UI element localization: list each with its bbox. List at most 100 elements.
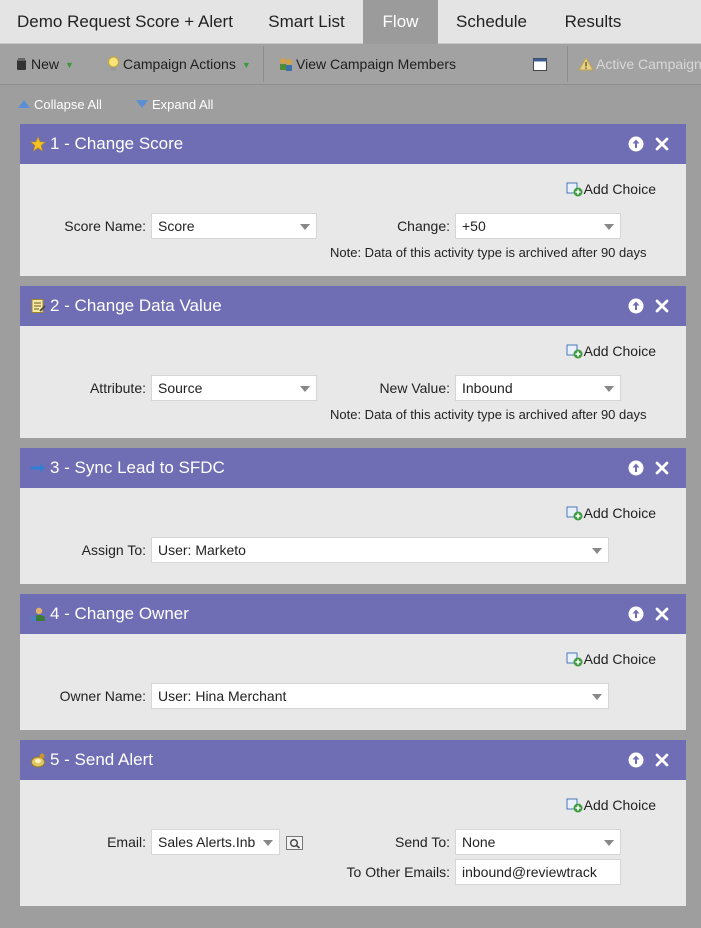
step-header: 3 - Sync Lead to SFDC: [20, 448, 686, 488]
tab-bar: Demo Request Score + Alert Smart List Fl…: [0, 0, 701, 44]
step-header: 2 - Change Data Value: [20, 286, 686, 326]
other-emails-input[interactable]: inbound@reviewtrack: [455, 859, 621, 885]
close-icon[interactable]: [654, 298, 670, 314]
add-choice-button[interactable]: Add Choice: [566, 504, 656, 522]
step-title: 5 - Send Alert: [50, 750, 154, 769]
step-title: 4 - Change Owner: [50, 604, 189, 623]
tab-flow[interactable]: Flow: [363, 0, 438, 44]
view-campaign-members-button[interactable]: View Campaign Members: [278, 44, 456, 84]
expand-all-link[interactable]: Expand All: [136, 96, 213, 114]
add-choice-icon: [566, 652, 583, 667]
attribute-select[interactable]: Source: [151, 375, 317, 401]
change-value: +50: [462, 218, 486, 234]
view-campaign-members-label: View Campaign Members: [296, 56, 457, 72]
toolbar-divider: [263, 46, 264, 82]
add-choice-label: Add Choice: [583, 797, 656, 813]
flow-step-change-owner: 4 - Change Owner Add Choice Owner Name: …: [20, 594, 686, 730]
send-to-select[interactable]: None: [455, 829, 621, 855]
change-select[interactable]: +50: [455, 213, 621, 239]
collapse-triangle-icon: [18, 100, 30, 108]
close-icon[interactable]: [654, 606, 670, 622]
move-up-icon[interactable]: [628, 460, 644, 476]
alert-bell-icon: [31, 753, 45, 768]
close-icon[interactable]: [654, 752, 670, 768]
flow-step-change-score: 1 - Change Score Add Choice Score Name: …: [20, 124, 686, 276]
tab-smart-list[interactable]: Smart List: [250, 0, 363, 44]
move-up-icon[interactable]: [628, 606, 644, 622]
move-up-icon[interactable]: [628, 752, 644, 768]
score-name-select[interactable]: Score: [151, 213, 317, 239]
assign-to-select[interactable]: User: Marketo: [151, 537, 609, 563]
tab-campaign-name[interactable]: Demo Request Score + Alert: [0, 0, 250, 44]
chevron-down-icon: [300, 386, 310, 392]
new-menu-button[interactable]: New ▼: [16, 44, 74, 84]
collapse-all-link[interactable]: Collapse All: [18, 96, 102, 114]
owner-name-select[interactable]: User: Hina Merchant: [151, 683, 609, 709]
change-label: Change:: [397, 218, 450, 234]
close-icon[interactable]: [654, 460, 670, 476]
campaign-actions-button[interactable]: Campaign Actions ▼: [107, 44, 251, 84]
chevron-down-icon: ▼: [65, 60, 74, 70]
add-choice-button[interactable]: Add Choice: [566, 650, 656, 668]
new-value-label: New Value:: [379, 380, 450, 396]
warning-icon: [578, 57, 594, 71]
add-choice-button[interactable]: Add Choice: [566, 180, 656, 198]
score-name-label: Score Name:: [64, 218, 146, 234]
add-choice-button[interactable]: Add Choice: [566, 342, 656, 360]
active-campaign-status: Active Campaign: [578, 44, 701, 84]
step-header: 1 - Change Score: [20, 124, 686, 164]
lightbulb-icon: [108, 56, 119, 71]
add-choice-label: Add Choice: [583, 343, 656, 359]
step-header: 5 - Send Alert: [20, 740, 686, 780]
move-up-icon[interactable]: [628, 298, 644, 314]
expand-triangle-icon: [136, 100, 148, 108]
add-choice-icon: [566, 182, 583, 197]
archive-note: Note: Data of this activity type is arch…: [330, 407, 647, 422]
window-toggle-button[interactable]: [533, 44, 547, 84]
step-title: 1 - Change Score: [50, 134, 184, 153]
score-name-value: Score: [158, 218, 195, 234]
move-up-icon[interactable]: [628, 136, 644, 152]
expand-all-label: Expand All: [152, 97, 214, 112]
members-icon: [280, 58, 292, 71]
new-label: New: [31, 56, 60, 72]
chevron-down-icon: [300, 224, 310, 230]
campaign-actions-label: Campaign Actions: [123, 56, 236, 72]
add-choice-label: Add Choice: [583, 505, 656, 521]
add-choice-icon: [566, 798, 583, 813]
star-icon: [30, 136, 46, 152]
send-to-label: Send To:: [394, 834, 450, 850]
flow-step-change-data-value: 2 - Change Data Value Add Choice Attribu…: [20, 286, 686, 438]
other-emails-value: inbound@reviewtrack: [462, 864, 597, 880]
send-to-value: None: [462, 834, 496, 850]
new-value-select[interactable]: Inbound: [455, 375, 621, 401]
tab-schedule[interactable]: Schedule: [438, 0, 545, 44]
email-label: Email:: [107, 834, 146, 850]
step-title: 3 - Sync Lead to SFDC: [50, 458, 225, 477]
chevron-down-icon: [592, 694, 602, 700]
assign-to-label: Assign To:: [81, 542, 146, 558]
assign-to-value: User: Marketo: [158, 542, 246, 558]
add-choice-button[interactable]: Add Choice: [566, 796, 656, 814]
flow-step-sync-lead-to-sfdc: 3 - Sync Lead to SFDC Add Choice Assign …: [20, 448, 686, 584]
new-icon: [17, 58, 26, 70]
sync-arrow-icon: [31, 464, 45, 472]
owner-name-value: User: Hina Merchant: [158, 688, 287, 704]
notepad-icon: [31, 299, 46, 313]
active-campaign-label: Active Campaign: [596, 56, 701, 72]
add-choice-label: Add Choice: [583, 651, 656, 667]
email-value: Sales Alerts.Inb: [158, 834, 256, 850]
archive-note: Note: Data of this activity type is arch…: [330, 245, 647, 260]
owner-person-icon: [31, 607, 45, 621]
step-title: 2 - Change Data Value: [50, 296, 222, 315]
collapse-all-label: Collapse All: [34, 97, 102, 112]
tab-results[interactable]: Results: [545, 0, 641, 44]
flow-step-send-alert: 5 - Send Alert Add Choice Email: Sales A…: [20, 740, 686, 906]
window-icon: [533, 58, 547, 71]
preview-email-icon[interactable]: [286, 836, 303, 850]
chevron-down-icon: [604, 386, 614, 392]
chevron-down-icon: [263, 840, 273, 846]
close-icon[interactable]: [654, 136, 670, 152]
email-select[interactable]: Sales Alerts.Inb: [151, 829, 280, 855]
chevron-down-icon: [604, 224, 614, 230]
